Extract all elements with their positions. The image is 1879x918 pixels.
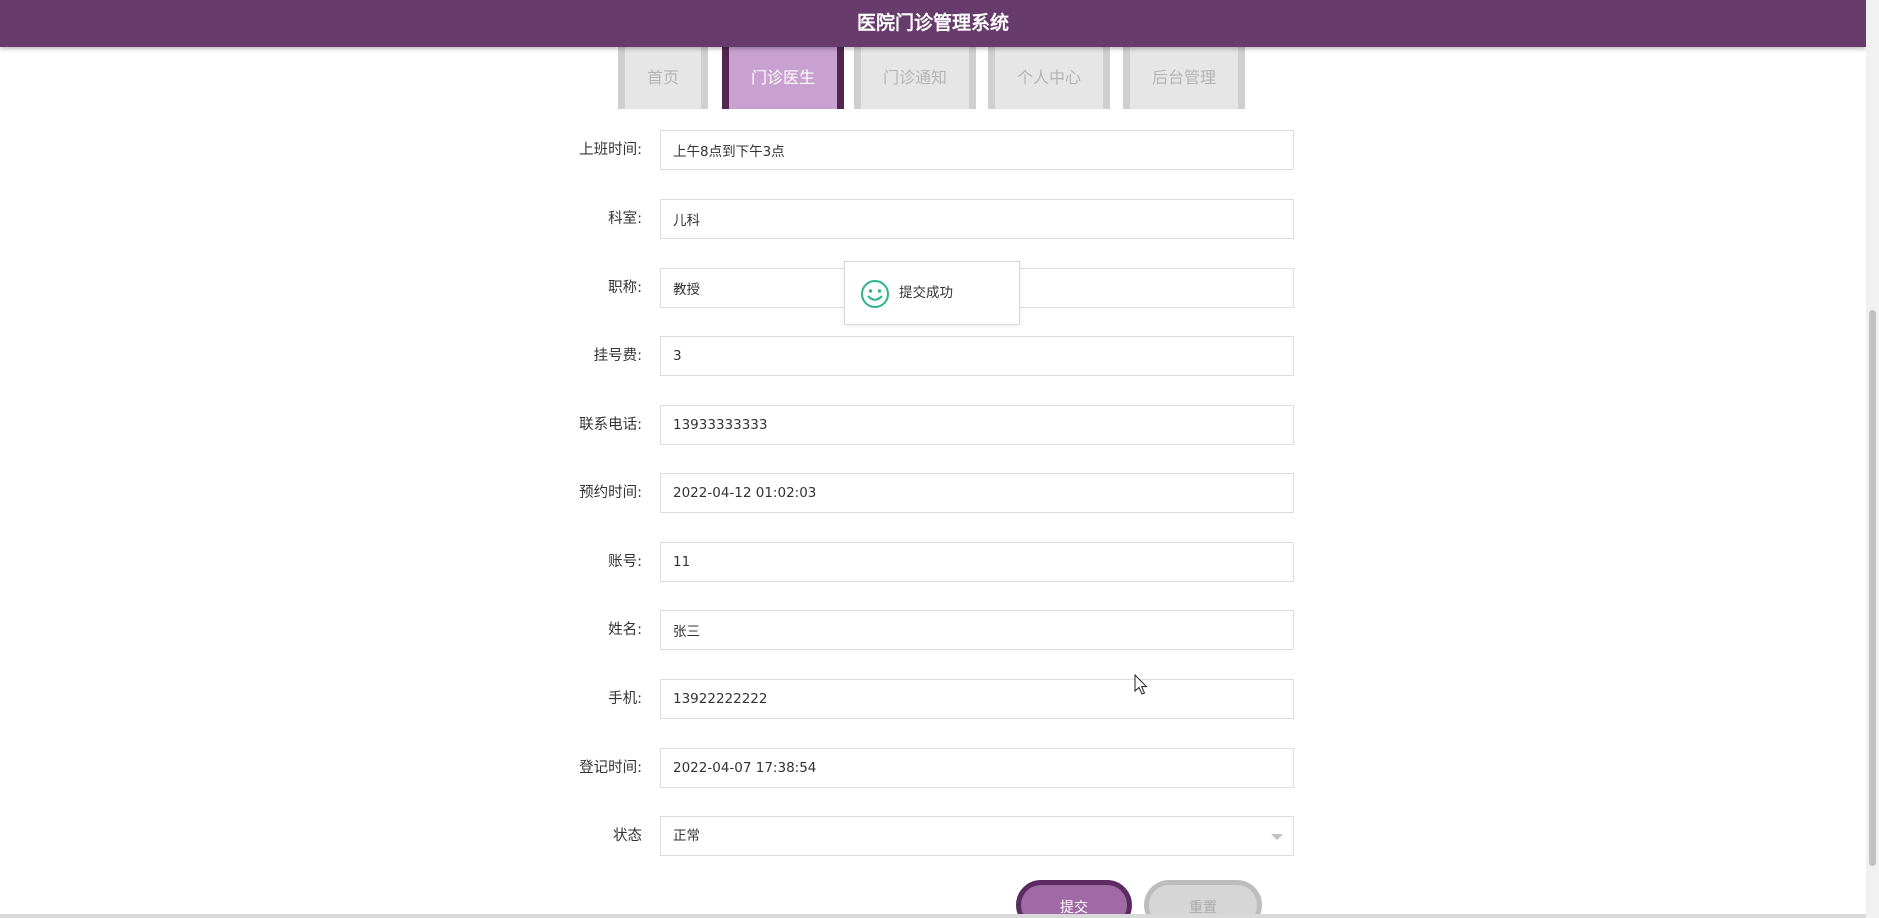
contact-phone-input[interactable] [660, 405, 1294, 445]
mobile-label: 手机: [608, 691, 642, 707]
mobile-input[interactable] [660, 679, 1294, 719]
chevron-down-icon [1271, 834, 1283, 840]
name-label: 姓名: [608, 622, 642, 638]
status-label: 状态 [613, 828, 642, 844]
scrollbar-thumb[interactable] [1869, 310, 1876, 866]
appointment-time-input[interactable] [660, 473, 1294, 513]
tab-admin[interactable]: 后台管理 [1123, 47, 1245, 109]
status-select[interactable]: 正常 [660, 816, 1294, 856]
register-time-label: 登记时间: [579, 760, 642, 776]
status-selected-value: 正常 [673, 828, 700, 844]
page: 医院门诊管理系统 首页 门诊医生 门诊通知 个人中心 后台管理 上班时间: 科室… [0, 0, 1879, 918]
registration-fee-label: 挂号费: [593, 348, 642, 364]
registration-fee-input[interactable] [660, 336, 1294, 376]
main-nav: 首页 门诊医生 门诊通知 个人中心 后台管理 [0, 47, 1866, 110]
app-title: 医院门诊管理系统 [856, 12, 1009, 34]
tab-clinic-notice[interactable]: 门诊通知 [854, 47, 976, 109]
form-row-work-hours: 上班时间: [0, 130, 1866, 170]
appointment-time-label: 预约时间: [579, 485, 642, 501]
work-hours-input[interactable] [660, 130, 1294, 170]
form-row-name: 姓名: [0, 610, 1866, 650]
department-label: 科室: [608, 211, 642, 227]
form-row-account: 账号: [0, 542, 1866, 582]
work-hours-label: 上班时间: [579, 142, 642, 158]
form-row-department: 科室: [0, 199, 1866, 239]
form-row-registration-fee: 挂号费: [0, 336, 1866, 376]
job-title-label: 职称: [608, 280, 642, 296]
tab-home[interactable]: 首页 [618, 47, 708, 109]
tab-personal-center[interactable]: 个人中心 [988, 47, 1110, 109]
success-toast: 提交成功 [844, 261, 1020, 325]
reset-button[interactable]: 重置 [1144, 880, 1262, 918]
account-label: 账号: [608, 554, 642, 570]
smile-icon [861, 280, 889, 308]
contact-phone-label: 联系电话: [579, 417, 642, 433]
form-row-register-time: 登记时间: [0, 748, 1866, 788]
toast-message: 提交成功 [899, 285, 953, 301]
page-scrollbar[interactable] [1866, 0, 1879, 918]
form-row-appointment-time: 预约时间: [0, 473, 1866, 513]
register-time-input[interactable] [660, 748, 1294, 788]
mouse-cursor-icon [1134, 674, 1148, 695]
form-row-contact-phone: 联系电话: [0, 405, 1866, 445]
tab-clinic-doctor[interactable]: 门诊医生 [722, 47, 844, 109]
submit-button[interactable]: 提交 [1016, 880, 1132, 918]
name-input[interactable] [660, 610, 1294, 650]
department-input[interactable] [660, 199, 1294, 239]
bottom-divider [0, 914, 1866, 918]
form-row-status: 状态 正常 [0, 816, 1866, 856]
app-header: 医院门诊管理系统 [0, 0, 1866, 47]
account-input[interactable] [660, 542, 1294, 582]
form-row-mobile: 手机: [0, 679, 1866, 719]
